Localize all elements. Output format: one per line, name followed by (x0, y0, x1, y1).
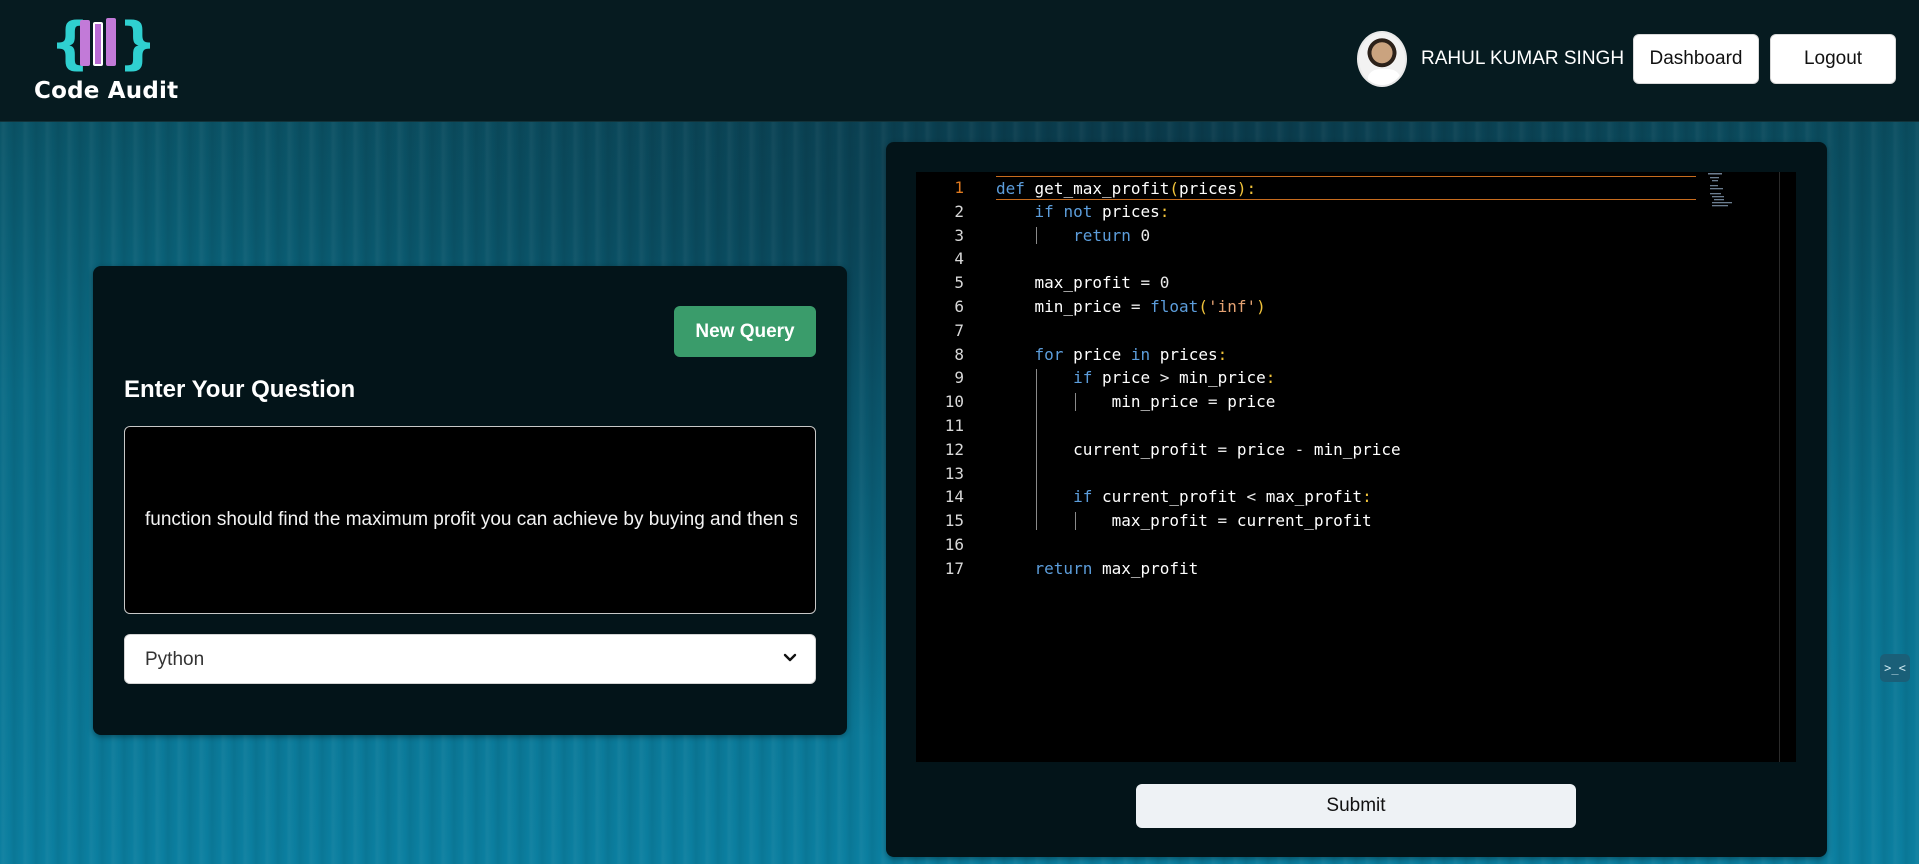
user-profile: RAHUL KUMAR SINGH (1357, 30, 1624, 88)
side-widget-icon[interactable]: >_< (1880, 654, 1910, 682)
code-line[interactable]: for price in prices: (996, 343, 1228, 367)
editor-scrollbar[interactable] (1779, 172, 1780, 762)
line-number: 2 (954, 201, 964, 221)
line-number: 17 (944, 558, 964, 578)
line-number: 6 (954, 297, 964, 316)
code-line[interactable]: return 0 (996, 224, 1150, 248)
line-number: 7 (954, 320, 964, 340)
language-selected-value: Python (145, 649, 205, 670)
question-heading: Enter Your Question (124, 376, 356, 403)
chevron-down-icon (783, 653, 797, 662)
line-number: 9 (954, 368, 964, 388)
indent-guide (1036, 369, 1038, 530)
user-name: RAHUL KUMAR SINGH (1421, 48, 1625, 69)
line-number: 1 (954, 178, 964, 197)
logout-button[interactable]: Logout (1770, 34, 1896, 84)
submit-button[interactable]: Submit (1136, 784, 1576, 828)
language-select[interactable]: Python (124, 634, 816, 684)
code-line[interactable]: min_price = price (996, 390, 1276, 414)
code-line[interactable]: def get_max_profit(prices): (996, 176, 1696, 200)
code-area[interactable]: def get_max_profit(prices): if not price… (996, 172, 1776, 762)
line-number: 12 (944, 439, 964, 459)
minimap[interactable] (1708, 172, 1750, 208)
code-line[interactable]: if price > min_price: (996, 366, 1275, 390)
code-line[interactable]: if current_profit < max_profit: (996, 485, 1372, 509)
line-number: 4 (954, 249, 964, 269)
dashboard-button[interactable]: Dashboard (1633, 34, 1759, 84)
code-line[interactable]: max_profit = current_profit (996, 509, 1372, 533)
line-number: 11 (944, 416, 964, 435)
line-number: 8 (954, 344, 964, 364)
indent-guide (1074, 512, 1076, 530)
line-number: 15 (944, 511, 964, 531)
app-name: Code Audit (34, 78, 179, 104)
code-line[interactable]: min_price = float('inf') (996, 295, 1266, 319)
line-number: 14 (944, 487, 964, 507)
line-number: 3 (954, 225, 964, 245)
code-line[interactable]: return max_profit (996, 557, 1199, 581)
line-number: 16 (944, 535, 964, 554)
top-header: { } Code Audit RAHUL KUMAR SINGH Dashboa… (0, 0, 1919, 122)
code-line[interactable]: max_profit = 0 (996, 271, 1170, 295)
code-editor[interactable]: 1 2 3 4 5 6 7 8 9 10 11 12 13 14 15 16 17 def get_max_pr… (916, 172, 1796, 762)
app-logo[interactable]: { } Code Audit (30, 12, 178, 108)
new-query-button[interactable]: New Query (674, 306, 816, 357)
line-number: 5 (954, 273, 964, 293)
svg-text:}: } (118, 12, 150, 74)
code-line[interactable]: if not prices: (996, 200, 1170, 224)
question-textarea[interactable]: function should find the maximum profit … (124, 426, 816, 614)
code-panel: 1 2 3 4 5 6 7 8 9 10 11 12 13 14 15 16 17 def get_max_pr… (886, 142, 1827, 857)
braces-books-logo-icon: { } (50, 12, 150, 74)
line-number: 10 (944, 392, 964, 412)
question-panel: New Query Enter Your Question function s… (93, 266, 847, 735)
indent-guide (1074, 393, 1076, 411)
avatar[interactable] (1357, 31, 1407, 87)
code-line[interactable]: current_profit = price - min_price (996, 438, 1401, 462)
line-number-gutter: 1 2 3 4 5 6 7 8 9 10 11 12 13 14 15 16 17 (916, 172, 980, 762)
indent-guide (1036, 226, 1038, 245)
line-number: 13 (944, 463, 964, 483)
question-text: function should find the maximum profit … (145, 509, 797, 530)
